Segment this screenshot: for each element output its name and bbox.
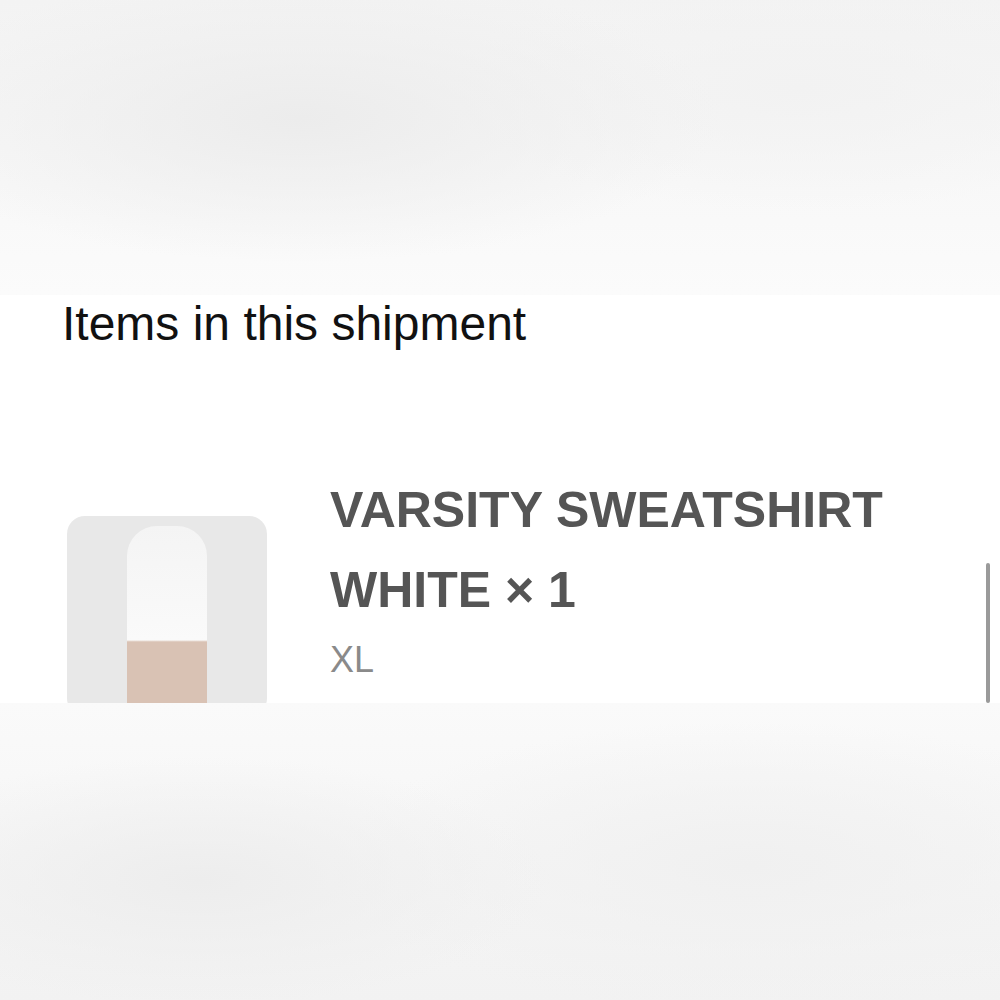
item-info: VARSITY SWEATSHIRT WHITE × 1 XL bbox=[330, 470, 913, 690]
scrollbar[interactable] bbox=[986, 563, 990, 703]
shipment-panel: Items in this shipment VARSITY SWEATSHIR… bbox=[0, 295, 1000, 703]
shipment-item[interactable]: VARSITY SWEATSHIRT WHITE × 1 XL bbox=[62, 470, 1000, 703]
photo-figure bbox=[127, 526, 207, 703]
shipment-heading: Items in this shipment bbox=[62, 295, 1000, 353]
screenshot: Items in this shipment VARSITY SWEATSHIR… bbox=[0, 0, 1000, 1000]
product-photo[interactable] bbox=[67, 516, 267, 703]
item-variant: WHITE × 1 bbox=[330, 550, 883, 630]
item-name: VARSITY SWEATSHIRT bbox=[330, 470, 883, 550]
blurred-top bbox=[0, 0, 1000, 295]
blurred-bottom bbox=[0, 703, 1000, 1000]
item-size: XL bbox=[330, 630, 883, 690]
